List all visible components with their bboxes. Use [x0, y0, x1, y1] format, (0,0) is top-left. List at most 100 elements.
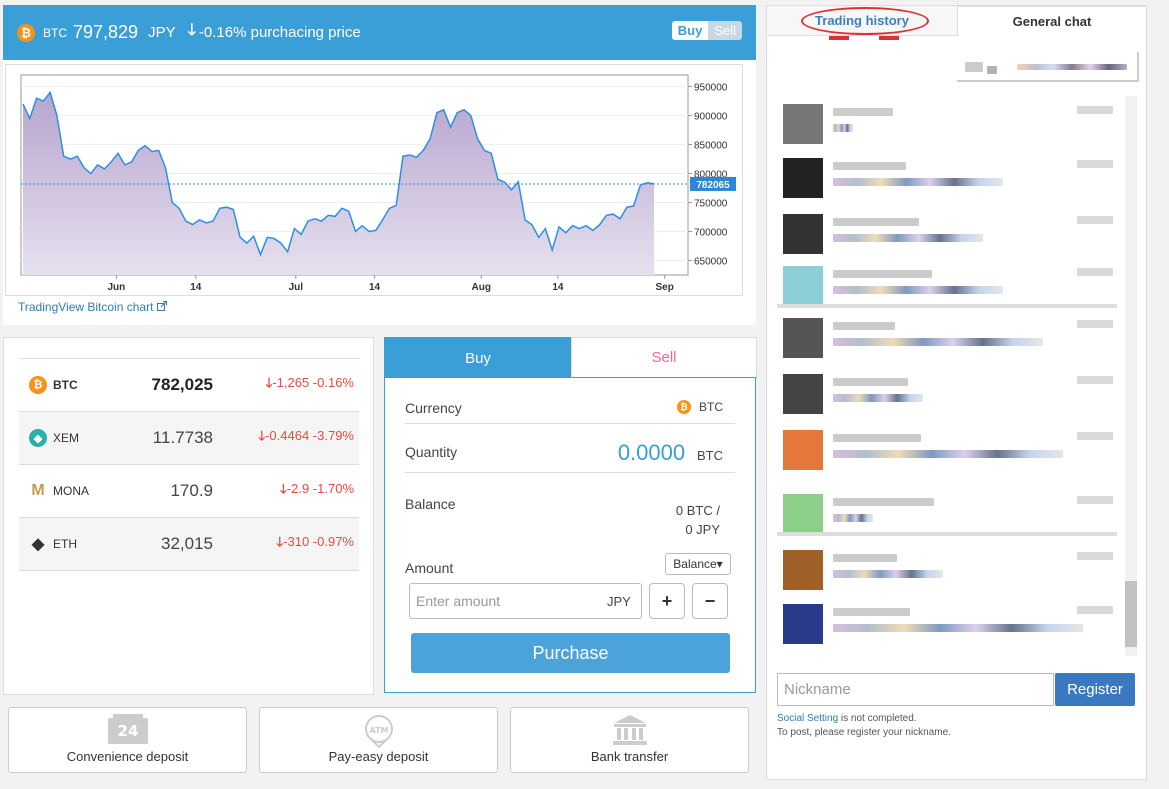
balance-dropdown[interactable]: Balance▾: [665, 553, 731, 575]
price-row-eth[interactable]: ◆ ETH 32,015 🡓-310 -0.97%: [19, 518, 359, 571]
chat-scrollbar-thumb[interactable]: [1125, 581, 1137, 647]
amount-label: Amount: [405, 560, 454, 576]
toggle-sell[interactable]: Sell: [708, 21, 742, 40]
x-tick-label: 14: [552, 282, 564, 293]
bitcoin-icon: ₿: [17, 23, 35, 42]
amount-placeholder: Enter amount: [416, 593, 501, 609]
tab-sell[interactable]: Sell: [571, 337, 757, 378]
redacted-block: [833, 624, 1083, 632]
bitcoin-icon: ₿: [677, 400, 691, 414]
social-note: Social Setting is not completed. To post…: [777, 712, 951, 740]
x-tick-label: Jun: [107, 282, 125, 293]
current-price-label: 782065: [696, 180, 730, 191]
highlight-mark: [829, 36, 849, 40]
currency-row: Currency ₿ BTC: [405, 400, 735, 424]
social-setting-link[interactable]: Social Setting: [777, 713, 838, 724]
coin-change-value: -2.9 -1.70%: [286, 481, 354, 496]
plus-button[interactable]: +: [649, 583, 685, 619]
tab-general-chat[interactable]: General chat: [957, 6, 1147, 36]
coin-price: 782,025: [151, 375, 213, 394]
chart-panel: 950000 900000 850000 800000 750000 700000 6500…: [3, 60, 756, 325]
redacted-block: [833, 162, 906, 170]
down-arrow-icon: 🡓: [187, 22, 196, 39]
coin-price: 170.9: [170, 481, 213, 500]
chat-separator: [777, 304, 1117, 308]
balance-jpy: 0 JPY: [685, 522, 720, 537]
redacted-block: [833, 378, 908, 386]
tab-buy[interactable]: Buy: [385, 338, 571, 378]
nickname-input[interactable]: Nickname: [777, 673, 1054, 706]
amount-unit: JPY: [607, 594, 631, 609]
x-tick-label: Sep: [655, 282, 673, 293]
coin-symbol: XEM: [53, 431, 80, 445]
tradingview-link-text[interactable]: TradingView Bitcoin chart: [18, 300, 153, 314]
redacted-block: [833, 338, 1043, 346]
coin-price: 11.7738: [152, 428, 213, 447]
convenience-deposit-label: Convenience deposit: [66, 749, 189, 764]
avatar: [783, 604, 823, 644]
redacted-block: [987, 66, 997, 74]
header-change-text: purchacing price: [250, 24, 361, 41]
pay-easy-deposit-button[interactable]: ATM Pay-easy deposit: [259, 707, 498, 773]
chat-panel: Trading history General chat Nickname Re…: [766, 5, 1147, 780]
redacted-block: [833, 570, 943, 578]
coin-symbol: ETH: [53, 537, 77, 551]
coin-symbol: MONA: [53, 484, 89, 498]
redacted-block: [965, 62, 983, 72]
y-tick-label: 900000: [694, 112, 728, 123]
avatar: [783, 266, 823, 306]
y-tick-label: 850000: [694, 141, 728, 152]
avatar: [783, 374, 823, 414]
avatar: [783, 550, 823, 590]
bank-transfer-button[interactable]: Bank transfer: [510, 707, 749, 773]
avatar: [783, 430, 823, 470]
redacted-block: [833, 178, 1003, 186]
chat-message-list[interactable]: [777, 94, 1133, 659]
redacted-block: [833, 124, 853, 132]
redacted-block: [833, 394, 923, 402]
highlight-circle: [801, 7, 929, 35]
avatar: [783, 214, 823, 254]
quantity-value-group: 0.0000 BTC: [618, 440, 723, 466]
svg-text:24: 24: [117, 722, 138, 740]
avatar: [783, 494, 823, 534]
redacted-block: [1077, 376, 1113, 384]
redacted-block: [833, 218, 919, 226]
buy-sell-toggle[interactable]: Buy Sell: [671, 21, 742, 40]
avatar: [783, 104, 823, 144]
chat-separator: [777, 532, 1117, 536]
atm-icon: ATM: [260, 714, 497, 748]
x-tick-label: Aug: [472, 282, 491, 293]
balance-label: Balance: [405, 496, 456, 512]
currency-value[interactable]: ₿ BTC: [677, 400, 723, 414]
coin-change-value: -0.4464 -3.79%: [265, 428, 354, 443]
redacted-block: [1077, 496, 1113, 504]
price-row-btc[interactable]: ₿ BTC 782,025 🡓-1,265 -0.16%: [19, 359, 359, 412]
header-price: 797,829: [73, 22, 139, 42]
y-tick-label: 750000: [694, 199, 728, 210]
pay-easy-deposit-label: Pay-easy deposit: [328, 749, 429, 764]
y-tick-label: 650000: [694, 257, 728, 268]
price-list-panel: ₿ BTC 782,025 🡓-1,265 -0.16% ◆ XEM 11.7738 🡓-0.…: [3, 337, 374, 695]
price-row-mona[interactable]: M MONA 170.9 🡓-2.9 -1.70%: [19, 465, 359, 518]
currency-label: Currency: [405, 400, 462, 416]
chat-scrollbar[interactable]: [1125, 96, 1137, 656]
coin-change: 🡓-2.9 -1.70%: [280, 480, 354, 502]
bitcoin-icon: ₿: [29, 376, 47, 394]
redacted-block: [1077, 216, 1113, 224]
y-tick-label: 700000: [694, 228, 728, 239]
quantity-row: Quantity 0.0000 BTC: [405, 438, 735, 473]
post-note: To post, please register your nickname.: [777, 727, 951, 738]
register-button[interactable]: Register: [1055, 673, 1135, 706]
price-chart[interactable]: 950000 900000 850000 800000 750000 700000 6500…: [5, 64, 743, 296]
redacted-block: [1017, 64, 1127, 70]
minus-button[interactable]: −: [692, 583, 728, 619]
redacted-block: [1077, 268, 1113, 276]
convenience-deposit-button[interactable]: 24 Convenience deposit: [8, 707, 247, 773]
redacted-block: [1077, 106, 1113, 114]
tradingview-link[interactable]: TradingView Bitcoin chart: [18, 300, 167, 314]
purchase-button[interactable]: Purchase: [411, 633, 730, 673]
price-row-xem[interactable]: ◆ XEM 11.7738 🡓-0.4464 -3.79%: [19, 412, 359, 465]
toggle-buy[interactable]: Buy: [671, 21, 709, 40]
price-header: ₿ BTC 797,829 JPY 🡓 -0.16% purchacing pr…: [3, 5, 756, 60]
